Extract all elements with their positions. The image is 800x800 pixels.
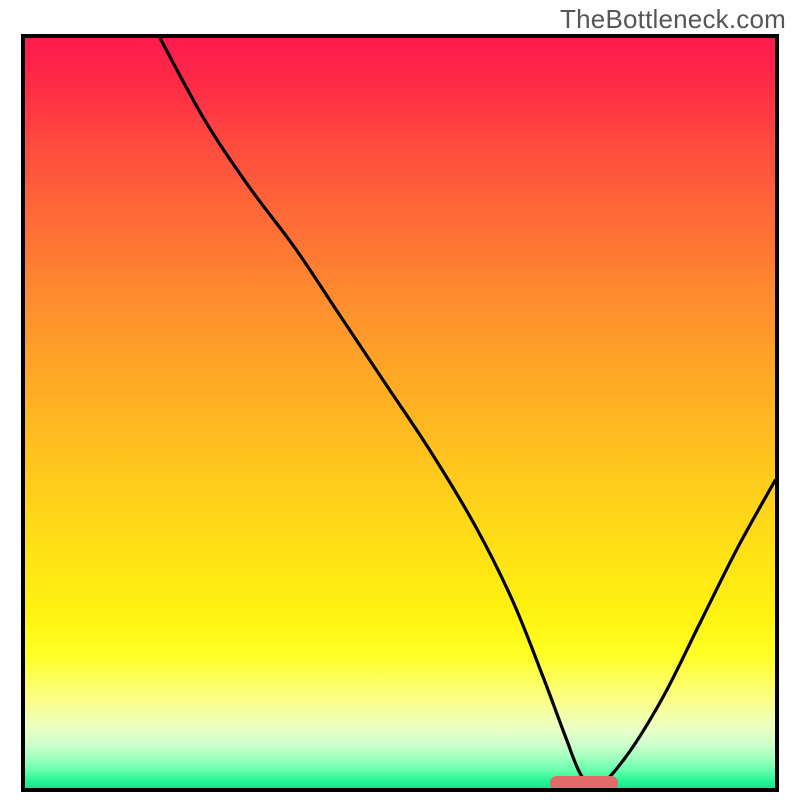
plot-area [21, 34, 779, 792]
chart-stage: TheBottleneck.com [0, 0, 800, 800]
optimal-range-marker [550, 776, 618, 790]
bottleneck-curve [160, 38, 775, 788]
curve-layer [25, 38, 775, 788]
watermark-text: TheBottleneck.com [560, 4, 786, 35]
